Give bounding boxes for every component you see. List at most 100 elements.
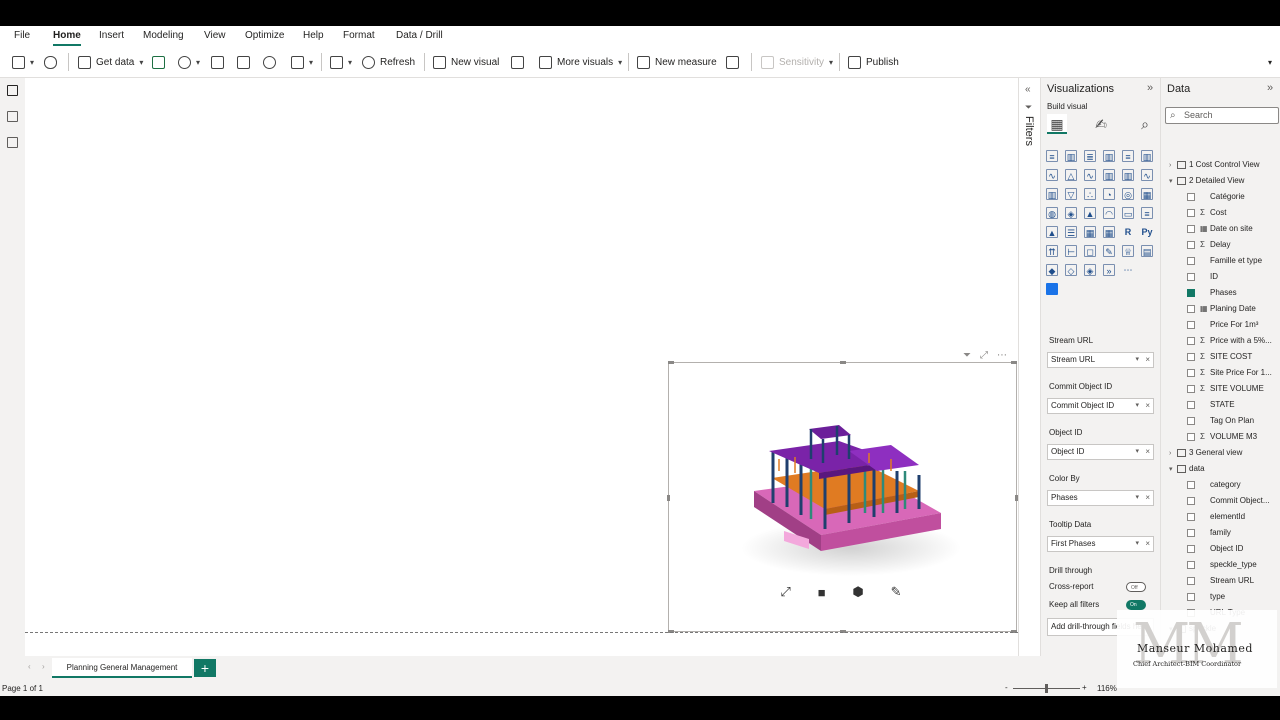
- new-visual-button[interactable]: New visual: [433, 53, 499, 71]
- power-automate-icon[interactable]: ◇: [1065, 264, 1077, 276]
- report-view-icon[interactable]: [7, 85, 18, 96]
- field-item[interactable]: Commit Object...: [1187, 494, 1270, 508]
- custom-visual-icon[interactable]: ◈: [1084, 264, 1096, 276]
- chevron-right-icon[interactable]: ›: [1169, 159, 1177, 173]
- field-checkbox[interactable]: [1187, 384, 1195, 393]
- field-checkbox[interactable]: [1187, 432, 1195, 441]
- speckle-3d-visual[interactable]: ⤢ ■ ⬢ ✎: [667, 361, 1018, 633]
- field-checkbox[interactable]: [1187, 352, 1195, 361]
- filters-pane[interactable]: « ⏷ Filters: [1018, 78, 1040, 658]
- clustered-bar-icon[interactable]: ≣: [1084, 150, 1096, 162]
- onelake-button[interactable]: ▾: [178, 53, 200, 71]
- funnel-icon[interactable]: ▽: [1065, 188, 1077, 200]
- field-item[interactable]: Stream URL: [1187, 574, 1254, 588]
- field-item[interactable]: Σ SITE VOLUME: [1187, 382, 1264, 396]
- more-visuals-button[interactable]: More visuals ▾: [539, 53, 622, 71]
- field-item[interactable]: ID: [1187, 270, 1218, 284]
- close-icon[interactable]: ×: [1145, 537, 1150, 551]
- python-visual-icon[interactable]: Py: [1141, 226, 1153, 238]
- excel-button[interactable]: [152, 53, 165, 71]
- dataverse-button[interactable]: [263, 53, 276, 71]
- more-visuals-icon[interactable]: ⋯: [1122, 264, 1134, 276]
- keep-filters-toggle[interactable]: On: [1126, 600, 1146, 610]
- zoom-slider-thumb[interactable]: [1045, 684, 1048, 693]
- field-checkbox[interactable]: [1187, 304, 1195, 313]
- menu-home[interactable]: Home: [53, 30, 81, 46]
- tooltip-data-well[interactable]: First Phases ▾ ×: [1047, 536, 1154, 552]
- close-icon[interactable]: ×: [1145, 445, 1150, 459]
- field-checkbox[interactable]: [1187, 560, 1195, 569]
- field-checkbox[interactable]: [1187, 240, 1195, 249]
- slicer-icon[interactable]: ☰: [1065, 226, 1077, 238]
- field-item[interactable]: Σ Cost: [1187, 206, 1226, 220]
- menu-format[interactable]: Format: [343, 30, 375, 41]
- expand-icon[interactable]: »: [1147, 82, 1153, 94]
- text-box-button[interactable]: [511, 53, 524, 71]
- donut-icon[interactable]: ◎: [1122, 188, 1134, 200]
- field-item[interactable]: Phases: [1187, 286, 1237, 300]
- ribbon-collapse-button[interactable]: ▾: [1268, 53, 1272, 71]
- field-checkbox[interactable]: [1187, 272, 1195, 281]
- filled-map-icon[interactable]: ◈: [1065, 207, 1077, 219]
- field-checkbox[interactable]: [1187, 224, 1195, 233]
- field-item[interactable]: speckle_type: [1187, 558, 1257, 572]
- stacked-column-icon[interactable]: ▥: [1065, 150, 1077, 162]
- goals-icon[interactable]: ♕: [1122, 245, 1134, 257]
- publish-button[interactable]: Publish: [848, 53, 899, 71]
- quick-measure-button[interactable]: [726, 53, 739, 71]
- field-checkbox[interactable]: [1187, 576, 1195, 585]
- field-checkbox[interactable]: [1187, 400, 1195, 409]
- kpi-icon[interactable]: ▲: [1046, 226, 1058, 238]
- menu-modeling[interactable]: Modeling: [143, 30, 184, 41]
- chevron-visual-icon[interactable]: »: [1103, 264, 1115, 276]
- stacked-bar-icon[interactable]: ≡: [1046, 150, 1058, 162]
- chevron-down-icon[interactable]: ▾: [1135, 537, 1139, 551]
- fullscreen-icon[interactable]: ⤢: [780, 584, 790, 600]
- paint-brush-icon[interactable]: ✎: [891, 584, 902, 600]
- scatter-icon[interactable]: ∴: [1084, 188, 1096, 200]
- chevron-right-icon[interactable]: ›: [42, 662, 45, 671]
- smart-narrative-icon[interactable]: ✎: [1103, 245, 1115, 257]
- ribbon-chart-icon[interactable]: ∿: [1141, 169, 1153, 181]
- more-options-icon[interactable]: ⋯: [997, 350, 1007, 361]
- field-item[interactable]: STATE: [1187, 398, 1235, 412]
- camera-icon[interactable]: ■: [818, 585, 826, 600]
- cross-report-toggle[interactable]: Off: [1126, 582, 1146, 592]
- menu-insert[interactable]: Insert: [99, 30, 124, 41]
- chevron-down-icon[interactable]: ▾: [1169, 463, 1177, 477]
- 100-bar-icon[interactable]: ≡: [1122, 150, 1134, 162]
- search-input[interactable]: Search: [1165, 107, 1279, 124]
- zoom-level[interactable]: 116%: [1097, 684, 1117, 693]
- report-canvas[interactable]: ⏷ ⤢ ⋯ ⤢ ■ ⬢ ✎: [25, 78, 1018, 658]
- field-checkbox[interactable]: [1187, 320, 1195, 329]
- sql-button[interactable]: [211, 53, 224, 71]
- build-visual-tab-icon[interactable]: ▦: [1047, 114, 1067, 134]
- chevron-down-icon[interactable]: ▾: [1135, 491, 1139, 505]
- line-column-icon[interactable]: ▥: [1103, 169, 1115, 181]
- zoom-in-button[interactable]: +: [1082, 683, 1087, 692]
- key-influencers-icon[interactable]: ⇈: [1046, 245, 1058, 257]
- field-item[interactable]: Σ VOLUME M3: [1187, 430, 1257, 444]
- sensitivity-button[interactable]: Sensitivity ▾: [761, 53, 833, 71]
- format-painter-button[interactable]: [44, 53, 57, 71]
- field-checkbox[interactable]: [1187, 480, 1195, 489]
- field-checkbox[interactable]: [1187, 496, 1195, 505]
- table-node[interactable]: ▾ data: [1169, 462, 1205, 476]
- zoom-out-button[interactable]: -: [1005, 683, 1008, 692]
- transform-data-button[interactable]: ▾: [330, 53, 352, 71]
- field-item[interactable]: Σ Delay: [1187, 238, 1230, 252]
- table-node[interactable]: › 1 Cost Control View: [1169, 158, 1260, 172]
- field-item[interactable]: ▦ Date on site: [1187, 222, 1253, 236]
- field-item[interactable]: ▦ Planing Date: [1187, 302, 1256, 316]
- recent-sources-button[interactable]: ▾: [291, 53, 313, 71]
- field-checkbox[interactable]: [1187, 368, 1195, 377]
- object-id-well[interactable]: Object ID ▾ ×: [1047, 444, 1154, 460]
- chevron-right-icon[interactable]: ›: [1169, 447, 1177, 461]
- card-icon[interactable]: ▭: [1122, 207, 1134, 219]
- table-node[interactable]: ▾ 2 Detailed View: [1169, 174, 1244, 188]
- field-checkbox[interactable]: [1187, 544, 1195, 553]
- field-checkbox[interactable]: [1187, 416, 1195, 425]
- close-icon[interactable]: ×: [1145, 491, 1150, 505]
- field-item[interactable]: elementId: [1187, 510, 1245, 524]
- field-checkbox[interactable]: [1187, 288, 1195, 297]
